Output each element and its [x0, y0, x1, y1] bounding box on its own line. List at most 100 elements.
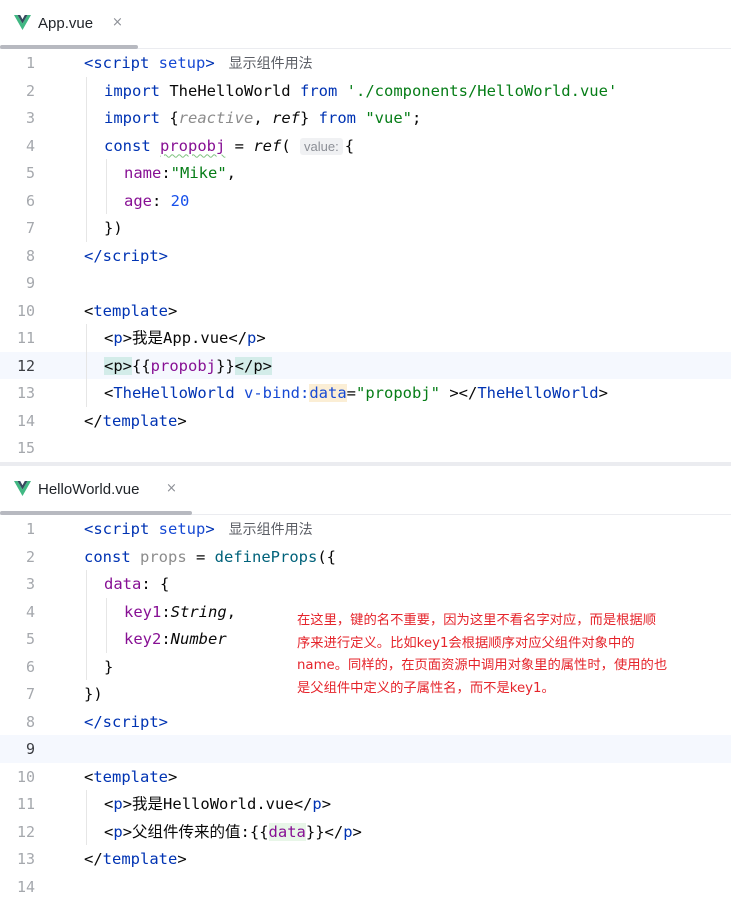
tab-app-vue[interactable]: App.vue × [0, 0, 138, 48]
code-text: <template> [84, 301, 177, 321]
gutter[interactable]: 6 [0, 653, 50, 681]
component-usage-hint[interactable]: 显示组件用法 [229, 521, 313, 537]
indent-guide [86, 352, 87, 380]
gutter[interactable]: 13 [0, 845, 50, 873]
gutter[interactable]: 15 [0, 434, 50, 462]
code-line[interactable]: 11<p>我是HelloWorld.vue</p> [0, 790, 731, 818]
annotation-line: 是父组件中定义的子属性名，而不是key1。 [297, 678, 697, 701]
gutter[interactable]: 2 [0, 77, 50, 105]
code-token: > [123, 823, 132, 841]
gutter[interactable]: 3 [0, 104, 50, 132]
code-token: p [113, 795, 122, 813]
code-line[interactable]: 1 <script setup>显示组件用法 [0, 49, 731, 77]
line-number: 14 [17, 877, 35, 897]
code-line[interactable]: 8</script> [0, 242, 731, 270]
code-line[interactable]: 3import {reactive, ref} from "vue"; [0, 104, 731, 132]
gutter[interactable]: 10 [0, 763, 50, 791]
gutter[interactable]: 10 [0, 297, 50, 325]
code-line[interactable]: 9 [0, 269, 731, 297]
code-token: </p> [235, 357, 272, 375]
code-editor[interactable]: 1<script setup>显示组件用法2const props = defi… [0, 515, 731, 900]
code-token: const [84, 548, 140, 566]
code-token: : [161, 630, 170, 648]
code-line[interactable]: 12 <p>{{propobj}}</p> [0, 352, 731, 380]
code-token: {{ [132, 357, 151, 375]
gutter[interactable]: 8 [0, 708, 50, 736]
code-text: <p>{{propobj}}</p> [104, 356, 272, 376]
code-line[interactable]: 2import TheHelloWorld from './components… [0, 77, 731, 105]
code-line[interactable]: 14 [0, 873, 731, 900]
code-line[interactable]: 2const props = defineProps({ [0, 543, 731, 571]
code-editor[interactable]: 1 <script setup>显示组件用法 2import TheHelloWor… [0, 49, 731, 462]
gutter[interactable]: 9 [0, 735, 50, 763]
gutter[interactable]: 12 [0, 818, 50, 846]
line-number: 9 [26, 739, 35, 759]
code-line[interactable]: 10 <template> [0, 297, 731, 325]
parameter-hint: value: [300, 138, 343, 155]
line-number: 4 [26, 136, 35, 156]
close-tab-icon[interactable]: × [112, 13, 123, 33]
gutter[interactable]: 4 [0, 132, 50, 160]
line-number: 1 [26, 53, 35, 73]
code-line[interactable]: 13<TheHelloWorld v-bind:data="propobj" >… [0, 379, 731, 407]
gutter[interactable]: 11 [0, 324, 50, 352]
code-token: defineProps [215, 548, 318, 566]
code-line[interactable]: 10<template> [0, 763, 731, 791]
gutter[interactable]: 6 [0, 187, 50, 215]
gutter[interactable]: 11 [0, 790, 50, 818]
code-line[interactable]: 1<script setup>显示组件用法 [0, 515, 731, 543]
gutter[interactable]: 7 [0, 680, 50, 708]
line-number: 9 [26, 273, 35, 293]
indent-guide [86, 324, 87, 352]
component-usage-hint[interactable]: 显示组件用法 [229, 55, 313, 71]
code-line[interactable]: 3data: { [0, 570, 731, 598]
code-line[interactable]: 7}) [0, 214, 731, 242]
code-token: name [124, 164, 161, 182]
code-line[interactable]: 14</template> [0, 407, 731, 435]
line-number: 8 [26, 246, 35, 266]
code-token: template [103, 850, 178, 868]
code-line[interactable]: 6age: 20 [0, 187, 731, 215]
code-line[interactable]: 5name:"Mike", [0, 159, 731, 187]
code-token: p [113, 329, 122, 347]
code-line[interactable]: 12<p>父组件传来的值:{{data}}</p> [0, 818, 731, 846]
tab-helloworld-vue[interactable]: HelloWorld.vue × [0, 466, 192, 514]
gutter[interactable]: 13 [0, 379, 50, 407]
code-token: < [104, 329, 113, 347]
gutter[interactable]: 3 [0, 570, 50, 598]
code-token: setup [159, 520, 206, 538]
code-line[interactable]: 11<p>我是App.vue</p> [0, 324, 731, 352]
code-token: TheHelloWorld [477, 384, 598, 402]
code-token: ; [412, 109, 421, 127]
gutter[interactable]: 2 [0, 543, 50, 571]
gutter[interactable]: 1 [0, 515, 50, 543]
code-token: }} [216, 357, 235, 375]
gutter[interactable]: 4 [0, 598, 50, 626]
code-token: from [300, 82, 347, 100]
gutter[interactable]: 9 [0, 269, 50, 297]
code-text: <script setup>显示组件用法 [84, 53, 313, 73]
indent-guide [86, 570, 87, 598]
gutter[interactable]: 5 [0, 159, 50, 187]
code-line[interactable]: 4const propobj = ref( value:{ [0, 132, 731, 160]
code-token: > [322, 795, 331, 813]
gutter[interactable]: 12 [0, 352, 50, 380]
line-number: 11 [17, 794, 35, 814]
code-line[interactable]: 13</template> [0, 845, 731, 873]
gutter[interactable]: 14 [0, 873, 50, 900]
line-number: 10 [17, 301, 35, 321]
code-token: > [168, 302, 177, 320]
gutter[interactable]: 1 [0, 49, 50, 77]
gutter[interactable]: 5 [0, 625, 50, 653]
gutter[interactable]: 7 [0, 214, 50, 242]
close-tab-icon[interactable]: × [166, 479, 177, 499]
code-line[interactable]: 8</script> [0, 708, 731, 736]
code-line[interactable]: 9 [0, 735, 731, 763]
code-token: > [168, 768, 177, 786]
line-number: 13 [17, 849, 35, 869]
code-token: template [103, 412, 178, 430]
code-line[interactable]: 15 [0, 434, 731, 462]
code-token: , [227, 164, 236, 182]
gutter[interactable]: 14 [0, 407, 50, 435]
gutter[interactable]: 8 [0, 242, 50, 270]
